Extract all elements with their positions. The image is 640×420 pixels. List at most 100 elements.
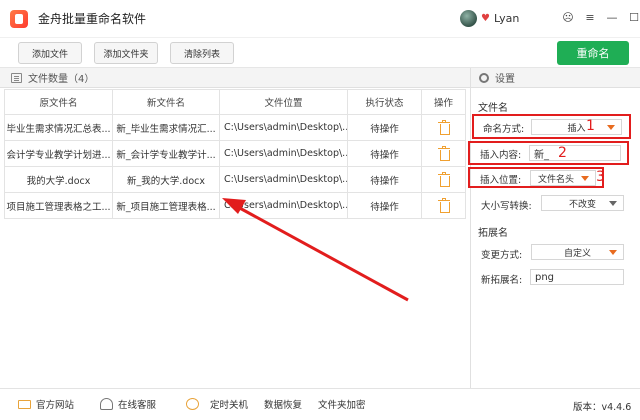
folder-encrypt-link[interactable]: 文件夹加密 (318, 397, 366, 411)
status: 待操作 (348, 193, 422, 218)
filename-section-label: 文件名 (478, 103, 508, 114)
trash-icon[interactable] (437, 171, 450, 187)
original-name: 毕业生需求情况汇总表... (4, 115, 113, 140)
chevron-down-icon (607, 125, 615, 130)
feedback-icon[interactable]: ☹ (562, 11, 574, 25)
original-name: 会计学专业教学计划进... (4, 141, 113, 166)
maximize-icon[interactable]: ☐ (628, 11, 640, 25)
column-location: 文件位置 (220, 90, 348, 114)
new-extension-label: 新拓展名: (481, 275, 523, 286)
data-recovery-link[interactable]: 数据恢复 (264, 397, 302, 411)
file-location: C:\Users\admin\Desktop\... (220, 167, 348, 192)
case-conversion-value: 不改变 (568, 199, 596, 210)
insert-position-label: 插入位置: (480, 175, 522, 186)
status: 待操作 (348, 167, 422, 192)
official-website-label: 官方网站 (36, 400, 75, 411)
clear-list-button[interactable]: 清除列表 (170, 42, 234, 64)
delete-action[interactable] (422, 115, 466, 140)
chevron-down-icon (609, 201, 617, 206)
trash-icon[interactable] (437, 119, 450, 135)
file-list-header: 文件数量（4） (0, 68, 470, 88)
change-mode-select[interactable]: 自定义 (531, 244, 624, 260)
column-status: 执行状态 (348, 90, 422, 114)
insert-position-value: 文件名头 (537, 174, 574, 185)
delete-action[interactable] (422, 167, 466, 192)
user-area[interactable]: ♥ Lyan (460, 10, 519, 27)
naming-mode-select[interactable]: 插入 (531, 119, 622, 135)
case-conversion-select[interactable]: 不改变 (541, 195, 624, 211)
menu-icon[interactable]: ≡ (584, 11, 596, 25)
official-website-link[interactable]: 官方网站 (18, 397, 74, 411)
username[interactable]: Lyan (494, 12, 519, 25)
column-action: 操作 (422, 90, 466, 114)
online-support-link[interactable]: 在线客服 (100, 397, 156, 411)
gear-icon (479, 72, 489, 83)
settings-title: 设置 (495, 74, 515, 85)
online-support-label: 在线客服 (118, 400, 157, 411)
column-new-name: 新文件名 (113, 90, 220, 114)
clock-icon (186, 398, 199, 410)
marker-2: 2 (558, 145, 567, 161)
insert-position-select[interactable]: 文件名头 (530, 170, 596, 186)
change-mode-value: 自定义 (563, 248, 591, 259)
column-original-name: 原文件名 (4, 90, 113, 114)
table-row[interactable]: 会计学专业教学计划进... 新_会计学专业教学计... C:\Users\adm… (4, 141, 466, 167)
delete-action[interactable] (422, 141, 466, 166)
add-folder-button[interactable]: 添加文件夹 (94, 42, 158, 64)
original-name: 项目施工管理表格之工... (4, 193, 113, 218)
headset-icon (100, 398, 113, 410)
trash-icon[interactable] (437, 145, 450, 161)
new-name: 新_项目施工管理表格... (113, 193, 220, 218)
list-icon (11, 72, 22, 83)
table-header: 原文件名 新文件名 文件位置 执行状态 操作 (4, 89, 466, 115)
file-location: C:\Users\admin\Desktop\... (220, 115, 348, 140)
chevron-down-icon (609, 250, 617, 255)
status-bar: 官方网站 在线客服 定时关机 数据恢复 文件夹加密 版本：v4.4.6 (0, 388, 640, 420)
version-label: 版本：v4.4.6 (573, 402, 632, 413)
naming-mode-label: 命名方式: (483, 124, 525, 135)
extension-section-label: 拓展名 (478, 228, 508, 239)
folder-encrypt-label: 文件夹加密 (318, 400, 366, 411)
new-name: 新_我的大学.docx (113, 167, 220, 192)
status: 待操作 (348, 141, 422, 166)
original-name: 我的大学.docx (4, 167, 113, 192)
change-mode-label: 变更方式: (481, 250, 523, 261)
panel-divider (470, 68, 471, 388)
app-logo-icon (10, 9, 28, 28)
rename-button[interactable]: 重命名 (557, 41, 629, 65)
marker-1: 1 (586, 118, 595, 134)
file-table: 原文件名 新文件名 文件位置 执行状态 操作 毕业生需求情况汇总表... 新_毕… (4, 89, 466, 219)
table-row[interactable]: 我的大学.docx 新_我的大学.docx C:\Users\admin\Des… (4, 167, 466, 193)
vip-heart-icon: ♥ (481, 13, 490, 24)
add-file-button[interactable]: 添加文件 (18, 42, 82, 64)
title-bar: 金舟批量重命名软件 ♥ Lyan ☹ ≡ — ☐ ✕ (0, 0, 640, 38)
window-controls: ☹ ≡ — ☐ ✕ (562, 11, 640, 25)
monitor-icon (18, 399, 31, 409)
new-name: 新_会计学专业教学计... (113, 141, 220, 166)
arrow-shaft (235, 204, 409, 302)
timed-shutdown-link[interactable]: 定时关机 (186, 397, 248, 411)
minimize-icon[interactable]: — (606, 11, 618, 25)
app-title: 金舟批量重命名软件 (38, 12, 147, 26)
timed-shutdown-label: 定时关机 (210, 400, 249, 411)
file-location: C:\Users\admin\Desktop\... (220, 141, 348, 166)
avatar[interactable] (460, 10, 477, 27)
case-conversion-label: 大小写转换: (481, 201, 532, 212)
table-row[interactable]: 项目施工管理表格之工... 新_项目施工管理表格... C:\Users\adm… (4, 193, 466, 219)
naming-mode-value: 插入 (567, 123, 586, 134)
new-extension-input[interactable]: png (530, 269, 624, 285)
status: 待操作 (348, 115, 422, 140)
chevron-down-icon (581, 176, 589, 181)
insert-content-input[interactable]: 新_ (529, 145, 621, 161)
settings-header: 设置 (471, 68, 640, 88)
new-name: 新_毕业生需求情况汇... (113, 115, 220, 140)
marker-3: 3 (596, 169, 605, 185)
file-location: C:\Users\admin\Desktop\... (220, 193, 348, 218)
toolbar: 添加文件 添加文件夹 清除列表 重命名 (0, 38, 640, 68)
file-count: 文件数量（4） (28, 74, 95, 85)
data-recovery-label: 数据恢复 (264, 400, 303, 411)
insert-content-label: 插入内容: (480, 150, 522, 161)
trash-icon[interactable] (437, 197, 450, 213)
delete-action[interactable] (422, 193, 466, 218)
table-row[interactable]: 毕业生需求情况汇总表... 新_毕业生需求情况汇... C:\Users\adm… (4, 115, 466, 141)
